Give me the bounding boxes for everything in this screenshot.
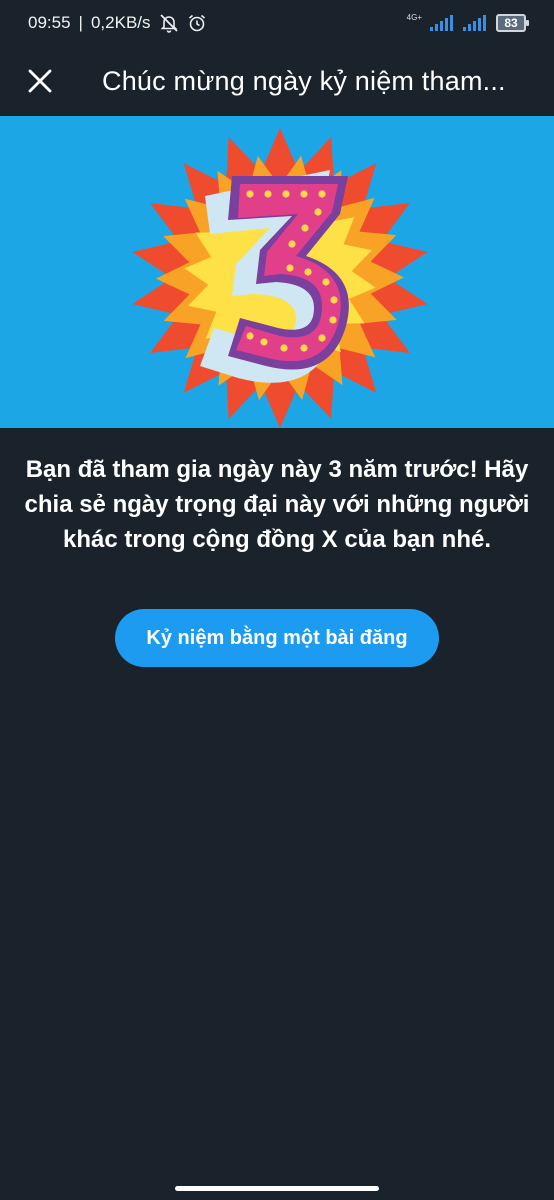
marquee-bulb xyxy=(246,190,254,198)
marquee-bulb xyxy=(314,208,322,216)
battery-level: 83 xyxy=(504,16,518,30)
alarm-icon xyxy=(188,14,205,32)
network-speed: 0,2KB/s xyxy=(90,13,151,32)
battery-icon: 83 xyxy=(496,14,529,32)
marquee-bulb xyxy=(329,316,337,324)
page-title: Chúc mừng ngày kỷ niệm tham... xyxy=(102,65,506,96)
celebrate-post-button[interactable]: Kỷ niệm bằng một bài đăng xyxy=(115,609,439,667)
app-header: Chúc mừng ngày kỷ niệm tham... xyxy=(0,46,554,116)
separator: | xyxy=(78,13,83,32)
marquee-bulb xyxy=(304,268,312,276)
muted-bell-icon xyxy=(159,14,178,33)
marquee-bulb xyxy=(330,296,338,304)
hero-banner xyxy=(0,116,554,428)
status-right: 4G+ 83 xyxy=(406,12,529,32)
marquee-bulb xyxy=(318,334,326,342)
anniversary-message: Bạn đã tham gia ngày này 3 năm trước! Hã… xyxy=(24,456,530,553)
marquee-bulb xyxy=(301,224,309,232)
close-icon xyxy=(28,69,52,93)
marquee-bulb xyxy=(300,344,308,352)
status-left: 09:55 | 0,2KB/s xyxy=(28,13,207,33)
signal-icon xyxy=(430,15,453,31)
marquee-bulb xyxy=(300,190,308,198)
marquee-bulb xyxy=(318,190,326,198)
marquee-bulb xyxy=(260,338,268,346)
clock: 09:55 xyxy=(28,13,71,32)
marquee-bulb xyxy=(288,240,296,248)
marquee-bulb xyxy=(246,332,254,340)
home-indicator[interactable] xyxy=(175,1186,379,1191)
marquee-bulb xyxy=(282,190,290,198)
marquee-bulb xyxy=(264,190,272,198)
anniversary-number-3-illustration xyxy=(0,116,554,428)
marquee-bulb xyxy=(286,264,294,272)
network-type: 4G+ xyxy=(406,12,422,22)
marquee-bulb xyxy=(322,278,330,286)
signal-icon xyxy=(463,15,486,31)
marquee-bulb xyxy=(280,344,288,352)
close-button[interactable] xyxy=(20,61,60,101)
status-bar: 09:55 | 0,2KB/s 4G+ 83 xyxy=(0,0,554,46)
